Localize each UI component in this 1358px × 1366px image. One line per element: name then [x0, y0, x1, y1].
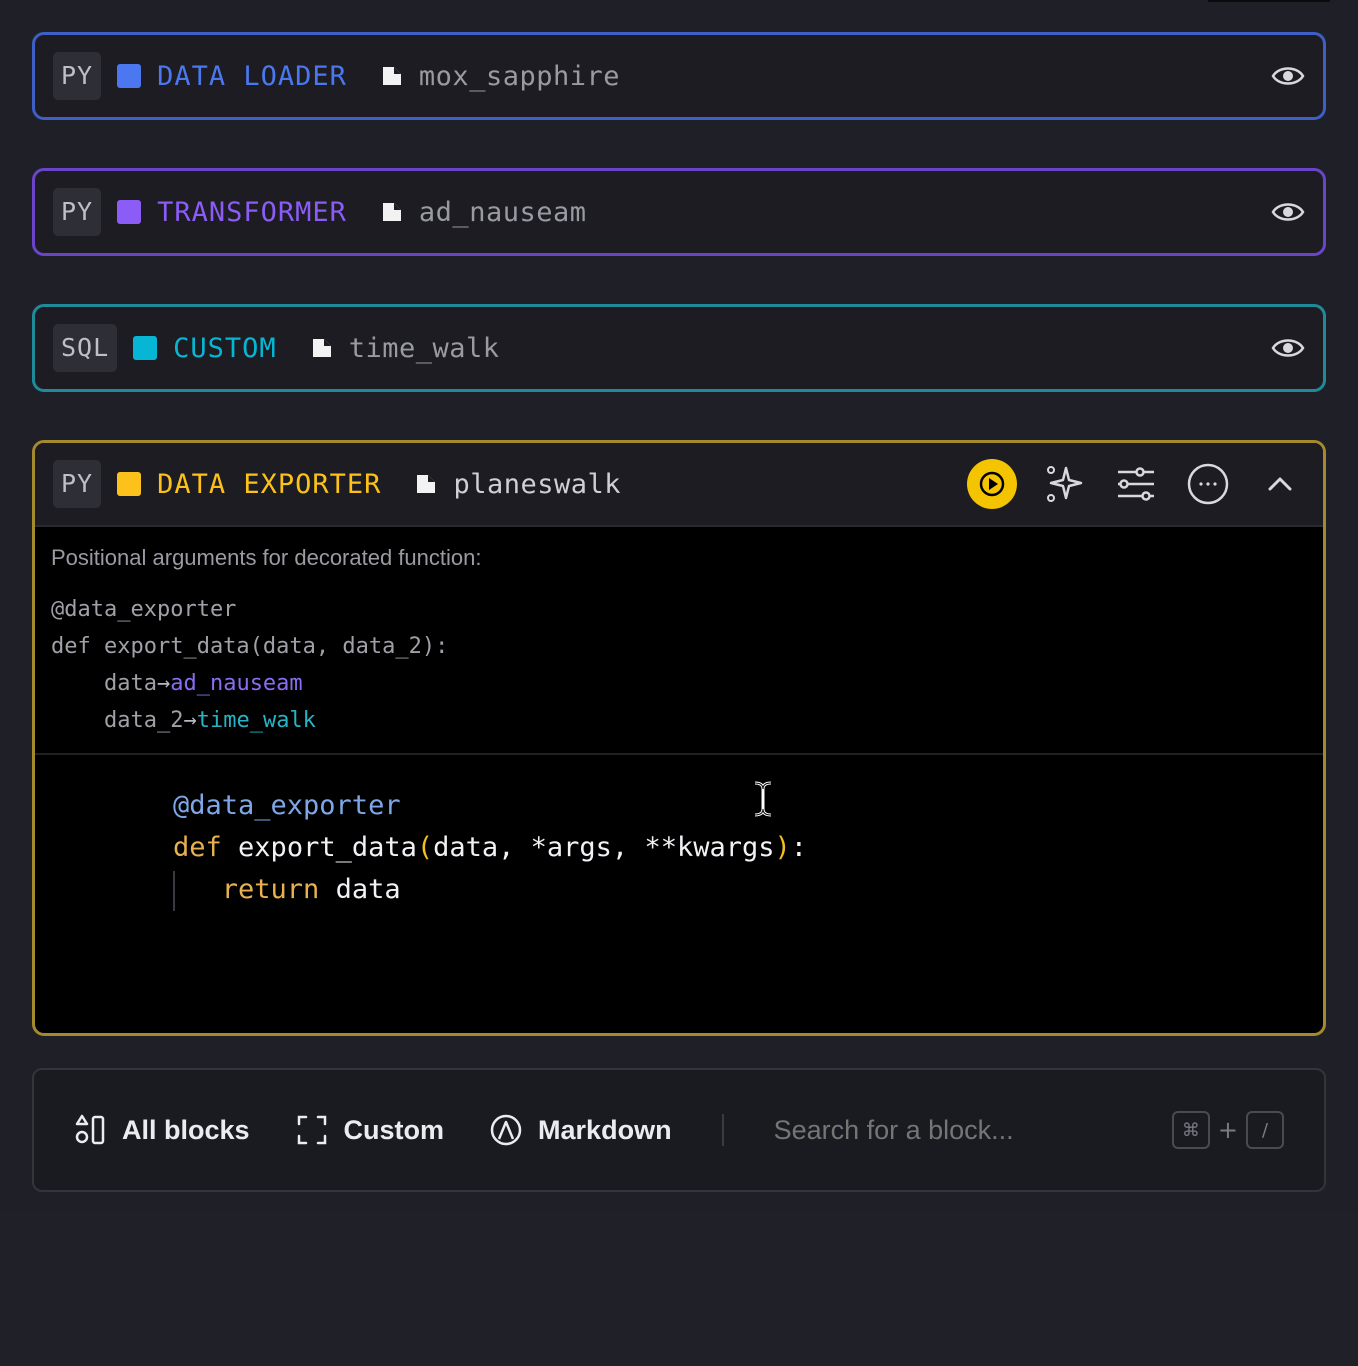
block-header[interactable]: PY DATA LOADER mox_sapphire [35, 35, 1323, 117]
block-header[interactable]: PY DATA EXPORTER planeswalk [35, 443, 1323, 527]
arg-param: data [103, 671, 157, 696]
block-header[interactable]: SQL CUSTOM time_walk [35, 307, 1323, 389]
more-icon [1187, 463, 1229, 505]
brackets-icon [297, 1115, 326, 1145]
toolbar-divider [721, 1114, 724, 1146]
language-badge: PY [53, 460, 102, 508]
chevron-up-icon [1268, 477, 1292, 491]
settings-button[interactable] [1111, 459, 1161, 509]
language-badge: PY [53, 52, 102, 100]
add-block-bar: All blocks Custom Markdown ⌘ + / [32, 1068, 1326, 1192]
play-icon [979, 471, 1005, 497]
code-content[interactable]: @data_exporterdef export_data(data, *arg… [173, 785, 807, 911]
file-icon [312, 339, 331, 357]
code-line: return data [173, 869, 807, 911]
shortcut-plus: + [1217, 1116, 1238, 1144]
sliders-icon [1118, 467, 1154, 501]
arg-upstream-ref[interactable]: ad_nauseam [170, 671, 302, 696]
block-custom[interactable]: SQL CUSTOM time_walk [32, 304, 1326, 392]
ai-sparkle-button[interactable] [1039, 459, 1089, 509]
block-name[interactable]: planeswalk [453, 469, 621, 500]
language-badge: PY [53, 188, 102, 236]
arg-mapping: data→ad_nauseam [51, 665, 1307, 702]
positional-arguments-panel: Positional arguments for decorated funct… [35, 527, 1323, 755]
code-function-name: export_data [238, 832, 417, 863]
slash-key: / [1246, 1111, 1284, 1149]
text-cursor-icon [754, 781, 772, 817]
block-name[interactable]: ad_nauseam [419, 197, 587, 228]
code-params: data, *args, **kwargs [433, 832, 775, 863]
code-decorator: @data_exporter [173, 790, 401, 821]
keyboard-shortcut: ⌘ + / [1171, 1111, 1284, 1149]
file-icon [417, 475, 436, 493]
language-badge: SQL [53, 324, 118, 372]
sparkle-icon [1047, 466, 1083, 502]
file-icon [382, 203, 401, 221]
run-button[interactable] [967, 459, 1017, 509]
block-type-label: CUSTOM [173, 332, 277, 364]
block-color-swatch [117, 200, 142, 224]
arg-param: data_2 [103, 708, 184, 733]
file-icon [382, 67, 401, 85]
block-data-exporter[interactable]: PY DATA EXPORTER planeswalk Positional a… [32, 440, 1326, 1036]
args-description: Positional arguments for decorated funct… [51, 545, 482, 570]
code-colon: : [790, 832, 808, 863]
markdown-label: Markdown [538, 1114, 672, 1145]
block-type-label: DATA EXPORTER [157, 468, 382, 500]
block-name[interactable]: time_walk [349, 333, 500, 364]
code-line: @data_exporter [173, 785, 807, 827]
arg-upstream-ref[interactable]: time_walk [197, 708, 316, 733]
block-name[interactable]: mox_sapphire [419, 61, 620, 92]
block-header[interactable]: PY TRANSFORMER ad_nauseam [35, 171, 1323, 253]
block-color-swatch [117, 472, 142, 496]
eye-icon[interactable] [1271, 335, 1305, 361]
eye-icon[interactable] [1271, 63, 1305, 89]
block-type-label: TRANSFORMER [157, 196, 347, 228]
code-line: def export_data(data, *args, **kwargs): [173, 827, 807, 869]
page-footer-area [0, 1212, 1358, 1366]
block-color-swatch [117, 64, 142, 88]
more-options-button[interactable] [1183, 459, 1233, 509]
block-transformer[interactable]: PY TRANSFORMER ad_nauseam [32, 168, 1326, 256]
custom-block-button[interactable]: Custom [296, 1114, 445, 1146]
arrow-icon: → [156, 671, 171, 696]
code-editor[interactable]: @data_exporterdef export_data(data, *arg… [35, 755, 1323, 1025]
code-paren: ) [774, 832, 791, 863]
blocks-icon [75, 1114, 105, 1145]
markdown-icon [490, 1114, 522, 1146]
code-keyword: return [221, 874, 320, 905]
custom-label: Custom [343, 1114, 445, 1145]
markdown-block-button[interactable]: Markdown [490, 1114, 672, 1146]
block-type-label: DATA LOADER [157, 60, 347, 92]
arg-mapping: data_2→time_walk [51, 702, 1307, 739]
code-return-value: data [335, 874, 401, 905]
command-key-icon: ⌘ [1171, 1111, 1210, 1149]
arrow-icon: → [183, 708, 197, 733]
args-decorator: @data_exporter [51, 597, 237, 622]
code-keyword: def [173, 832, 222, 863]
all-blocks-button[interactable]: All blocks [74, 1114, 250, 1146]
top-divider [1208, 0, 1330, 2]
all-blocks-label: All blocks [122, 1114, 250, 1145]
code-paren: ( [416, 832, 434, 863]
args-signature: def export_data(data, data_2): [51, 634, 449, 659]
block-search-input[interactable] [771, 1113, 1172, 1147]
block-data-loader[interactable]: PY DATA LOADER mox_sapphire [32, 32, 1326, 120]
indent-guide [173, 871, 175, 911]
block-toolbar [967, 459, 1305, 509]
block-color-swatch [133, 336, 158, 360]
collapse-button[interactable] [1255, 459, 1305, 509]
eye-icon[interactable] [1271, 199, 1305, 225]
